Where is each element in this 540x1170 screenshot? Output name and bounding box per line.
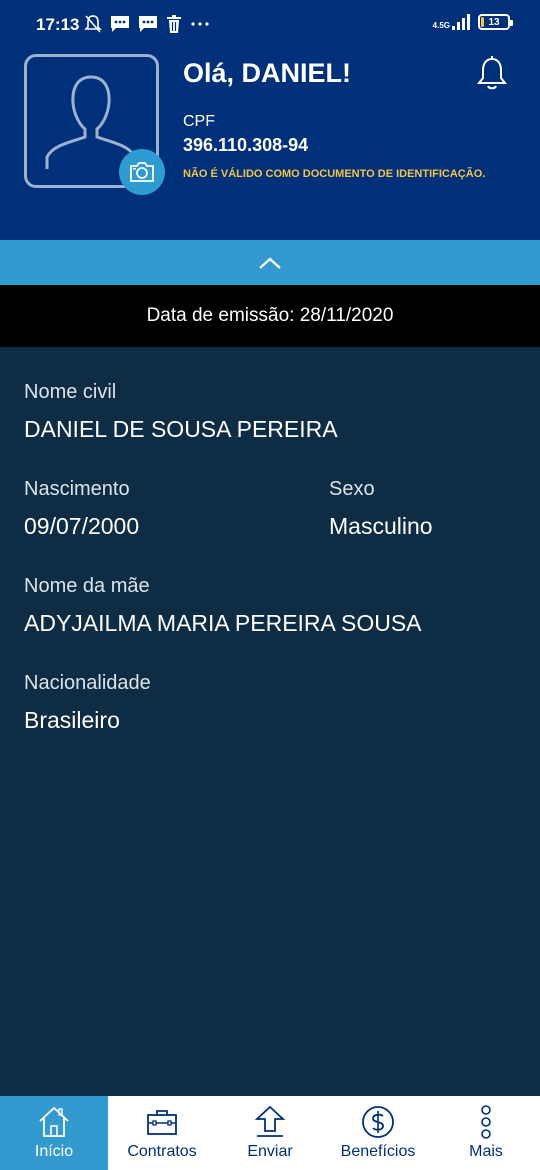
message-icon [111,16,129,32]
notification-icons [84,14,210,34]
briefcase-icon [147,1110,177,1135]
nav-label: Início [34,1143,74,1160]
nav-item-contratos[interactable]: Contratos [108,1096,216,1170]
profile-header: Olá, DANIEL! CPF 396.110.308-94 NÃO É VÁ… [0,48,540,240]
camera-icon [130,162,154,182]
nav-item-mais[interactable]: Mais [432,1096,540,1170]
nav-item-enviar[interactable]: Enviar [216,1096,324,1170]
nav-label: Contratos [127,1143,197,1160]
identity-details: Nome civil DANIEL DE SOUSA PEREIRA Nasci… [0,347,540,1096]
nascimento-label: Nascimento [24,478,130,500]
status-bar: 17:13 4.5G 13 [0,0,540,48]
collapse-button[interactable] [0,240,540,285]
nav-item-inicio[interactable]: Início [0,1096,108,1170]
nav-label: Enviar [247,1143,293,1160]
more-vertical-icon [481,1105,491,1139]
system-icons: 4.5G 13 [432,14,513,30]
bottom-nav: Início Contratos Enviar Benefícios Mais [0,1096,540,1170]
home-icon [39,1106,69,1137]
sexo-value: Masculino [329,513,433,539]
nome-civil-label: Nome civil [24,381,117,403]
status-time: 17:13 [36,15,80,34]
battery-text: 13 [488,16,500,28]
chevron-up-icon [259,257,281,269]
nome-mae-value: ADYJAILMA MARIA PEREIRA SOUSA [24,610,422,636]
nav-label: Mais [469,1143,503,1160]
battery-level [481,17,485,27]
cpf-label: CPF [183,113,215,130]
upload-icon [254,1105,286,1137]
trash-icon [167,15,181,33]
cpf-warning: NÃO É VÁLIDO COMO DOCUMENTO DE IDENTIFIC… [183,168,486,180]
nascimento-value: 09/07/2000 [24,513,140,539]
dollar-icon [362,1106,394,1138]
nacionalidade-value: Brasileiro [24,707,120,733]
nome-mae-label: Nome da mãe [24,575,150,597]
nacionalidade-label: Nacionalidade [24,672,151,694]
sexo-label: Sexo [329,478,375,500]
network-label: 4.5G [432,21,450,30]
mute-bell-icon [84,15,102,33]
bell-icon [476,56,508,90]
change-photo-button[interactable] [119,149,165,195]
signal-icon [452,14,470,30]
nav-item-beneficios[interactable]: Benefícios [324,1096,432,1170]
cpf-value: 396.110.308-94 [183,135,309,155]
more-dots-icon [191,22,209,26]
notifications-button[interactable] [476,56,508,90]
emission-date: Data de emissão: 28/11/2020 [146,305,394,326]
nav-label: Benefícios [340,1143,416,1160]
greeting: Olá, DANIEL! [183,58,352,88]
message-icon [139,16,157,32]
emission-date-bar: Data de emissão: 28/11/2020 [0,285,540,347]
nome-civil-value: DANIEL DE SOUSA PEREIRA [24,416,338,442]
battery-icon: 13 [478,14,513,30]
